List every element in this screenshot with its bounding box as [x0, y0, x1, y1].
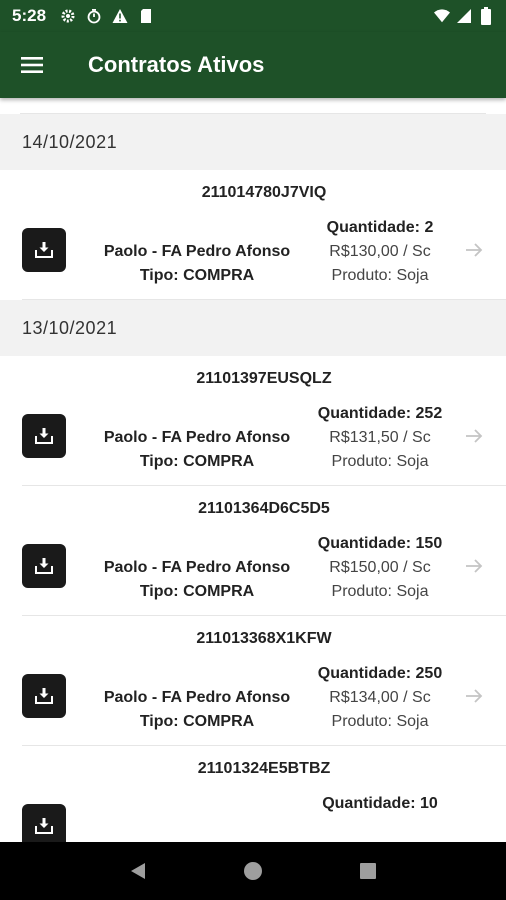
- contract-type: Tipo: COMPRA: [139, 713, 255, 730]
- arrow-right-icon[interactable]: [462, 238, 486, 262]
- download-button[interactable]: [22, 544, 66, 588]
- list-divider: [22, 299, 506, 300]
- contract-party: Paolo - FA Pedro Afonso Tipo: COMPRA: [72, 556, 322, 604]
- back-button[interactable]: [118, 851, 158, 891]
- contract-product: Produto: Soja: [331, 453, 429, 470]
- contract-price: R$150,00 / Sc: [329, 559, 431, 576]
- contract-price: R$130,00 / Sc: [329, 243, 431, 260]
- recents-icon: [360, 863, 377, 879]
- party-name: Paolo - FA Pedro Afonso: [103, 429, 291, 446]
- party-name: Paolo - FA Pedro Afonso: [103, 559, 291, 576]
- system-nav-bar: [0, 842, 506, 900]
- status-time: 5:28: [12, 6, 47, 25]
- list-divider: [20, 98, 486, 114]
- contract-item[interactable]: 21101364D6C5D5 Paolo - FA Pedro Afonso T…: [0, 486, 506, 616]
- download-icon: [35, 818, 53, 834]
- contract-type: Tipo: COMPRA: [139, 583, 255, 600]
- download-button[interactable]: [22, 674, 66, 718]
- download-button[interactable]: [22, 228, 66, 272]
- back-icon: [130, 863, 145, 879]
- app-bar: Contratos Ativos: [0, 32, 506, 98]
- contract-details: Quantidade: 2 R$130,00 / Sc Produto: Soj…: [300, 216, 460, 288]
- contract-quantity: Quantidade: 150: [317, 535, 443, 552]
- contract-quantity: Quantidade: 10: [322, 795, 438, 812]
- arrow-right-icon[interactable]: [462, 684, 486, 708]
- battery-icon: [478, 7, 494, 25]
- home-icon: [243, 862, 262, 880]
- download-button[interactable]: [22, 414, 66, 458]
- date-header: 14/10/2021: [0, 114, 506, 170]
- contract-party: Paolo - FA Pedro Afonso Tipo: COMPRA: [72, 240, 322, 288]
- gear-icon: [60, 8, 76, 24]
- download-icon: [35, 242, 53, 258]
- contract-item[interactable]: 211014780J7VIQ Paolo - FA Pedro Afonso T…: [0, 170, 506, 300]
- contract-id: 21101397EUSQLZ: [196, 370, 332, 387]
- contract-price: R$131,50 / Sc: [329, 429, 431, 446]
- contract-details: Quantidade: 150 R$150,00 / Sc Produto: S…: [300, 532, 460, 604]
- contract-id: 211014780J7VIQ: [201, 184, 327, 201]
- home-button[interactable]: [233, 851, 273, 891]
- contract-party: Paolo - FA Pedro Afonso Tipo: COMPRA: [72, 686, 322, 734]
- contract-item[interactable]: 21101397EUSQLZ Paolo - FA Pedro Afonso T…: [0, 356, 506, 486]
- contract-price: R$134,00 / Sc: [329, 689, 431, 706]
- wifi-icon: [434, 8, 450, 24]
- party-name: Paolo - FA Pedro Afonso: [103, 689, 291, 706]
- contract-quantity: Quantidade: 2: [326, 219, 434, 236]
- date-header: 13/10/2021: [0, 300, 506, 356]
- sd-card-icon: [138, 8, 154, 24]
- arrow-right-icon[interactable]: [462, 554, 486, 578]
- party-name: Paolo - FA Pedro Afonso: [103, 243, 291, 260]
- contract-quantity: Quantidade: 250: [317, 665, 443, 682]
- signal-icon: [456, 8, 472, 24]
- contract-id: 21101324E5BTBZ: [197, 760, 331, 777]
- contract-quantity: Quantidade: 252: [317, 405, 443, 422]
- contract-item[interactable]: 21101324E5BTBZ Quantidade: 10: [0, 746, 506, 842]
- contract-party: Paolo - FA Pedro Afonso Tipo: COMPRA: [72, 426, 322, 474]
- contract-product: Produto: Soja: [331, 713, 429, 730]
- menu-button[interactable]: [0, 32, 64, 98]
- download-icon: [35, 428, 53, 444]
- contract-item[interactable]: 211013368X1KFW Paolo - FA Pedro Afonso T…: [0, 616, 506, 746]
- warning-icon: [112, 8, 128, 24]
- download-button[interactable]: [22, 804, 66, 842]
- recents-button[interactable]: [348, 851, 388, 891]
- contract-type: Tipo: COMPRA: [139, 453, 255, 470]
- stopwatch-icon: [86, 8, 102, 24]
- contract-details: Quantidade: 252 R$131,50 / Sc Produto: S…: [300, 402, 460, 474]
- contract-product: Produto: Soja: [331, 583, 429, 600]
- page-title: Contratos Ativos: [88, 52, 265, 77]
- menu-icon: [21, 57, 43, 73]
- status-bar: 5:28: [0, 0, 506, 32]
- contract-list[interactable]: 14/10/2021 211014780J7VIQ Paolo - FA Ped…: [0, 98, 506, 842]
- contract-id: 21101364D6C5D5: [198, 500, 330, 517]
- contract-id: 211013368X1KFW: [196, 630, 332, 647]
- contract-details: Quantidade: 250 R$134,00 / Sc Produto: S…: [300, 662, 460, 734]
- contract-details: Quantidade: 10: [300, 792, 460, 816]
- contract-product: Produto: Soja: [331, 267, 429, 284]
- contract-type: Tipo: COMPRA: [139, 267, 255, 284]
- download-icon: [35, 558, 53, 574]
- arrow-right-icon[interactable]: [462, 424, 486, 448]
- download-icon: [35, 688, 53, 704]
